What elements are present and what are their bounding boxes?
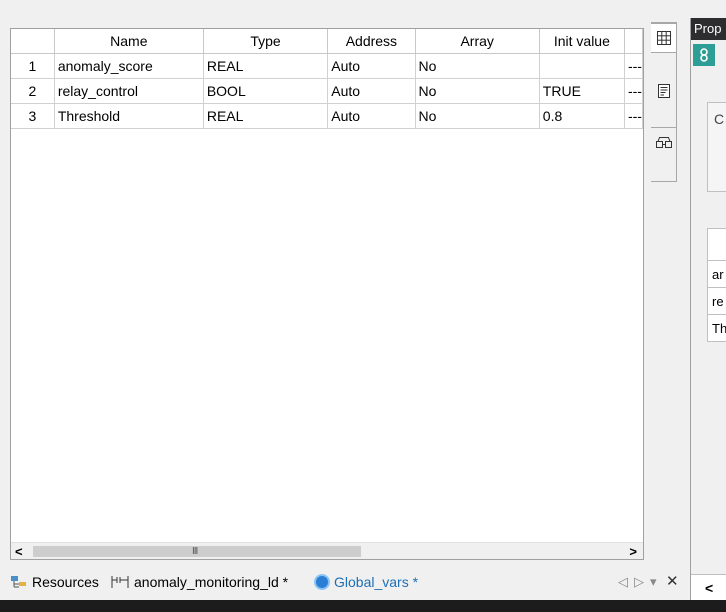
cell-address[interactable]: Auto [327, 53, 416, 79]
cell-init-value[interactable]: TRUE [539, 78, 625, 104]
tab-global-vars[interactable]: Global_vars * [314, 571, 418, 593]
properties-list: ar re Th [707, 228, 726, 342]
editor-window: Name Type Address Array Init value 1 ano… [0, 0, 726, 612]
vars-table: Name Type Address Array Init value 1 ano… [11, 29, 643, 129]
status-bar [0, 600, 726, 612]
cell-type[interactable]: REAL [203, 53, 329, 79]
cell-name[interactable]: anomaly_score [54, 53, 204, 79]
col-header-type[interactable]: Type [203, 29, 329, 54]
view-switcher [651, 22, 677, 182]
col-header-array[interactable]: Array [415, 29, 540, 54]
cell-init-value[interactable] [539, 53, 625, 79]
properties-panel: Prop C ar re Th < [690, 18, 726, 604]
cell-extra[interactable]: --- [624, 53, 643, 79]
cell-array[interactable]: No [415, 103, 540, 129]
tab-next-icon[interactable]: ▷ [634, 571, 644, 593]
properties-list-header [708, 229, 726, 261]
grid-view-tab[interactable] [651, 23, 676, 53]
col-header-address[interactable]: Address [327, 29, 416, 54]
cell-address[interactable]: Auto [327, 78, 416, 104]
header-row: Name Type Address Array Init value [11, 29, 643, 54]
properties-list-item[interactable]: ar [708, 261, 726, 288]
cell-name[interactable]: Threshold [54, 103, 204, 129]
horizontal-scrollbar[interactable]: < III > [11, 542, 643, 559]
document-tab-strip: Resources anomaly_monitoring_ld * Global… [0, 566, 688, 598]
table-row[interactable]: 2 relay_control BOOL Auto No TRUE --- [11, 78, 643, 104]
global-vars-icon [314, 574, 330, 590]
scroll-grip-icon: III [192, 546, 198, 557]
tab-label: Resources [32, 574, 99, 590]
ladder-icon [111, 576, 129, 588]
link-view-tab[interactable] [651, 127, 676, 157]
resources-icon [11, 576, 26, 588]
cell-type[interactable]: REAL [203, 103, 329, 129]
properties-box-text: C [714, 111, 725, 127]
text-view-icon [657, 84, 670, 98]
row-number[interactable]: 3 [11, 103, 55, 129]
cell-array[interactable]: No [415, 78, 540, 104]
col-header-name[interactable]: Name [54, 29, 204, 54]
properties-title: Prop [691, 18, 726, 40]
table-row[interactable]: 1 anomaly_score REAL Auto No --- [11, 53, 643, 79]
cell-array[interactable]: No [415, 53, 540, 79]
cell-name[interactable]: relay_control [54, 78, 204, 104]
tab-label: Global_vars * [334, 574, 419, 590]
col-header-extra[interactable] [624, 29, 643, 54]
tab-anomaly-monitoring-ld[interactable]: anomaly_monitoring_ld * [110, 571, 288, 593]
row-number[interactable]: 2 [11, 78, 55, 104]
properties-list-item[interactable]: re [708, 288, 726, 315]
row-number[interactable]: 1 [11, 53, 55, 79]
cell-address[interactable]: Auto [327, 103, 416, 129]
scroll-left-arrow[interactable]: < [15, 543, 23, 559]
cell-extra[interactable]: --- [624, 78, 643, 104]
properties-tool-icon[interactable] [693, 44, 715, 66]
table-row[interactable]: 3 Threshold REAL Auto No 0.8 --- [11, 103, 643, 129]
properties-list-item[interactable]: Th [708, 315, 726, 342]
cell-type[interactable]: BOOL [203, 78, 329, 104]
tab-resources[interactable]: Resources [10, 571, 99, 593]
tab-label: anomaly_monitoring_ld * [134, 574, 289, 590]
global-vars-grid: Name Type Address Array Init value 1 ano… [10, 28, 644, 560]
properties-info-box: C [707, 102, 726, 192]
close-tab-icon[interactable]: ✕ [666, 571, 679, 593]
tab-list-dropdown-icon[interactable]: ▾ [650, 571, 657, 593]
cell-init-value[interactable]: 0.8 [539, 103, 625, 129]
scroll-right-arrow[interactable]: > [629, 543, 637, 559]
grid-view-icon [656, 31, 671, 45]
col-header-init-value[interactable]: Init value [539, 29, 625, 54]
corner-cell[interactable] [11, 29, 55, 54]
properties-scroll-left[interactable]: < [691, 574, 726, 600]
properties-key-icon [700, 48, 708, 62]
text-view-tab[interactable] [651, 76, 676, 106]
tab-prev-icon[interactable]: ◁ [618, 571, 628, 593]
link-view-icon [655, 136, 672, 148]
cell-extra[interactable]: --- [624, 103, 643, 129]
